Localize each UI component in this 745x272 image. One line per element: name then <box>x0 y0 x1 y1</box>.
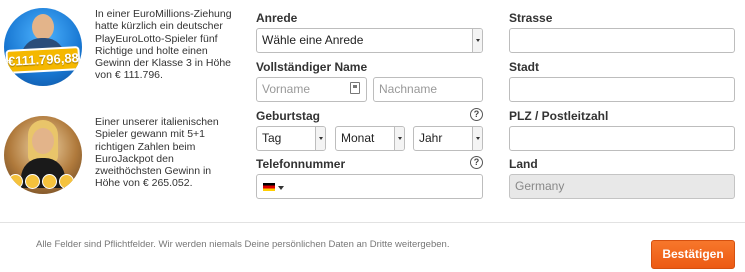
anrede-selected-value: Wähle eine Anrede <box>262 33 364 47</box>
street-label: Strasse <box>509 11 553 25</box>
help-icon[interactable]: ? <box>470 108 483 121</box>
birthday-month-select[interactable]: Monat <box>335 126 405 151</box>
birthday-day-value: Tag <box>262 131 282 145</box>
winner-avatar-2 <box>4 116 82 194</box>
winner-head <box>32 14 54 40</box>
divider <box>0 222 745 223</box>
birthday-label: Geburtstag <box>256 109 321 123</box>
birthday-year-select[interactable]: Jahr <box>413 126 483 151</box>
city-input[interactable] <box>509 77 735 102</box>
winner-head <box>32 128 54 154</box>
phone-label: Telefonnummer <box>256 157 346 171</box>
chevron-down-icon <box>472 127 482 150</box>
anrede-label: Anrede <box>256 11 298 25</box>
country-label: Land <box>509 157 538 171</box>
full-name-label: Vollständiger Name <box>256 60 368 74</box>
birthday-year-value: Jahr <box>419 131 443 145</box>
contact-card-icon <box>350 82 360 94</box>
country-input: Germany <box>509 174 735 199</box>
testimonial-text-2: Einer unserer italienischen Spieler gewa… <box>95 116 219 190</box>
chevron-down-icon <box>315 127 325 150</box>
testimonial-2: Einer unserer italienischen Spieler gewa… <box>4 116 235 194</box>
chevron-down-icon <box>394 127 404 150</box>
street-input[interactable] <box>509 28 735 53</box>
last-name-input[interactable]: Nachname <box>373 77 483 102</box>
submit-button[interactable]: Bestätigen <box>651 240 735 269</box>
prize-badge: €111.796,88 <box>5 46 81 74</box>
postcode-label: PLZ / Postleitzahl <box>509 109 609 123</box>
lottery-ball-icon <box>42 174 57 189</box>
testimonial-text-1: In einer EuroMillions-Ziehung hatte kürz… <box>95 8 232 82</box>
germany-flag-icon[interactable] <box>263 183 275 191</box>
help-icon[interactable]: ? <box>470 156 483 169</box>
lottery-ball-icon <box>8 174 23 189</box>
birthday-day-select[interactable]: Tag <box>256 126 326 151</box>
anrede-select[interactable]: Wähle eine Anrede <box>256 28 483 53</box>
required-fields-note: Alle Felder sind Pflichtfelder. Wir werd… <box>36 239 450 250</box>
winner-avatar-1: €111.796,88 <box>4 8 82 86</box>
phone-input[interactable] <box>256 174 483 199</box>
birthday-month-value: Monat <box>341 131 375 145</box>
postcode-input[interactable] <box>509 126 735 151</box>
lottery-ball-icon <box>59 174 74 189</box>
chevron-down-icon <box>472 29 482 52</box>
lottery-ball-icon <box>25 174 40 189</box>
lottery-balls <box>8 174 74 189</box>
caret-down-icon <box>278 186 284 190</box>
city-label: Stadt <box>509 60 539 74</box>
testimonial-1: €111.796,88 In einer EuroMillions-Ziehun… <box>4 8 235 86</box>
